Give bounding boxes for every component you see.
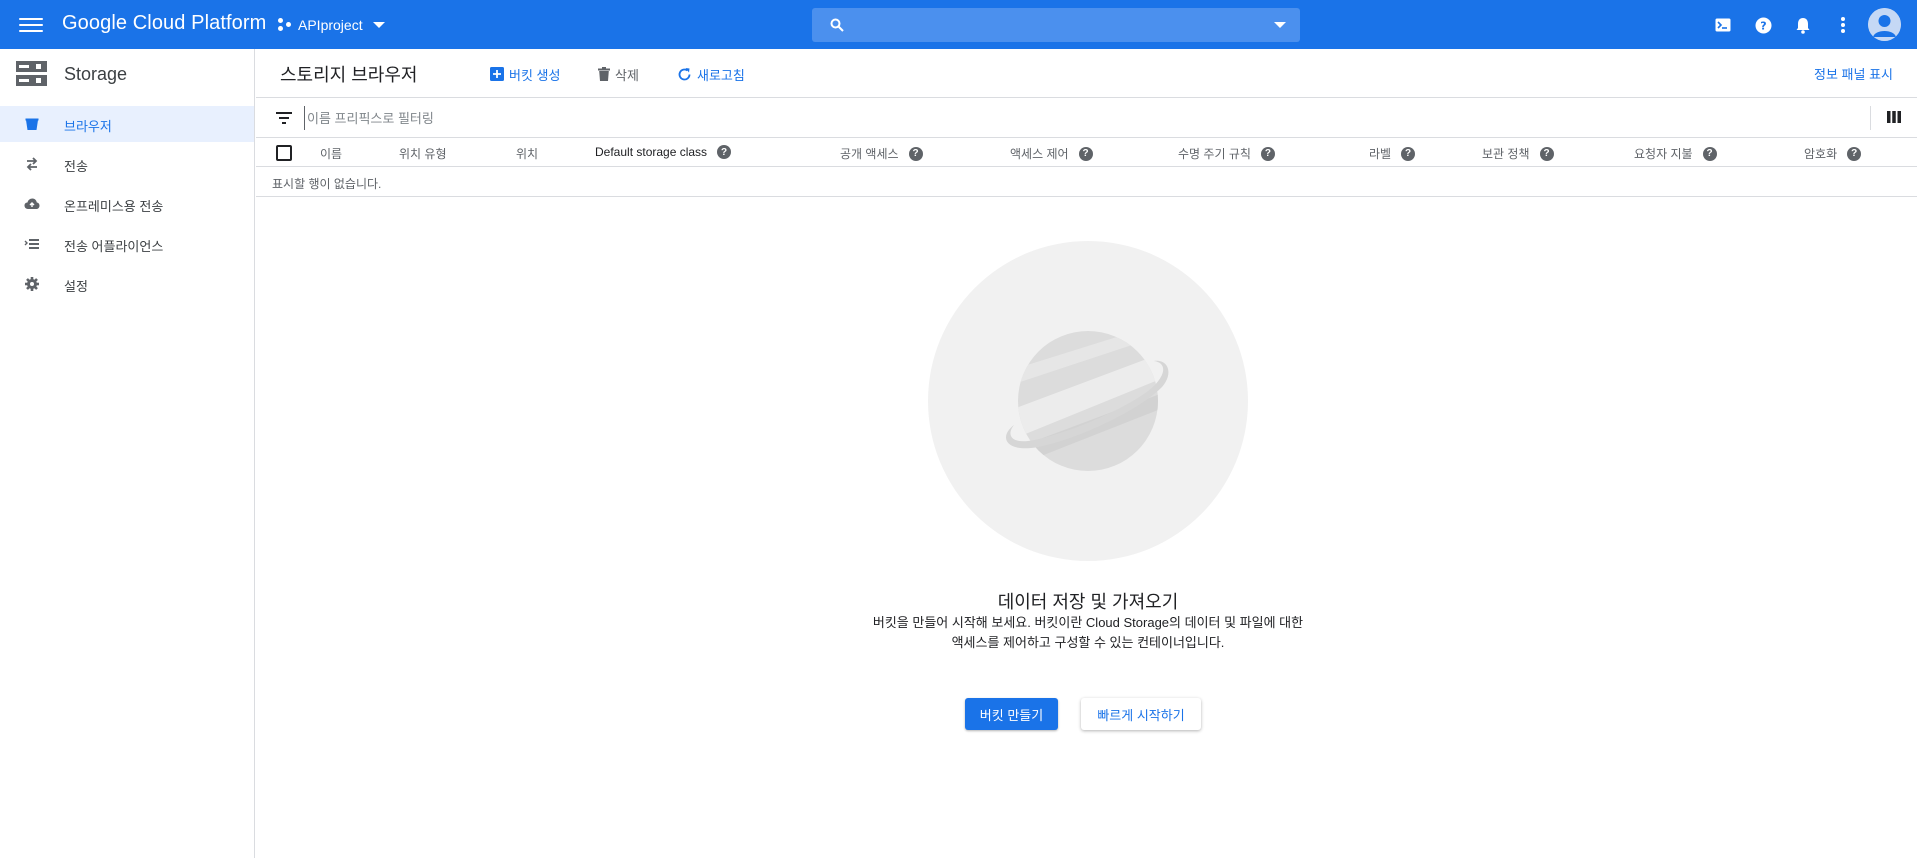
sidebar-title: Storage xyxy=(64,64,128,84)
column-label: 액세스 제어 xyxy=(1010,147,1069,161)
delete-label: 삭제 xyxy=(615,67,639,83)
refresh-button[interactable]: 새로고침 xyxy=(677,64,745,84)
hamburger-menu-icon[interactable] xyxy=(19,14,43,34)
help-icon[interactable]: ? xyxy=(1401,146,1416,161)
sidebar-item-transfer-appliance[interactable]: 전송 어플라이언스 xyxy=(0,226,254,262)
brand-title[interactable]: Google Cloud Platform xyxy=(62,12,266,35)
project-selector[interactable]: APIproject xyxy=(278,14,385,36)
column-label: 요청자 지불 xyxy=(1634,147,1693,161)
sidebar-item-label: 온프레미스용 전송 xyxy=(64,199,164,214)
help-icon[interactable]: ? xyxy=(1078,146,1093,161)
swap-arrows-icon xyxy=(26,157,38,171)
column-header-encryption[interactable]: 암호화? xyxy=(1804,145,1862,162)
project-name: APIproject xyxy=(298,17,363,33)
filter-bar xyxy=(256,98,1917,138)
column-label: 이름 xyxy=(320,147,343,161)
column-label: 수명 주기 규칙 xyxy=(1178,147,1251,161)
create-bucket-label: 버킷 생성 xyxy=(509,67,561,83)
column-header-requester-pays[interactable]: 요청자 지불? xyxy=(1634,145,1717,162)
sidebar-item-label: 브라우저 xyxy=(64,119,112,134)
refresh-label: 새로고침 xyxy=(697,67,745,83)
help-icon[interactable]: ? xyxy=(1539,146,1554,161)
column-header-labels[interactable]: 라벨? xyxy=(1369,145,1416,162)
search-icon xyxy=(830,18,844,32)
empty-state-description: 버킷을 만들어 시작해 보세요. 버킷이란 Cloud Storage의 데이터… xyxy=(850,613,1326,653)
table-header: 이름 위치 유형 위치 Default storage class? 공개 액세… xyxy=(256,138,1917,167)
empty-state-illustration xyxy=(928,241,1248,561)
cloud-upload-icon xyxy=(24,198,40,209)
table-empty-row: 표시할 행이 없습니다. xyxy=(256,168,1917,197)
help-icon[interactable]: ? xyxy=(1751,13,1775,37)
more-vert-icon[interactable] xyxy=(1831,13,1855,37)
help-icon[interactable]: ? xyxy=(1702,146,1717,161)
sidebar: Storage 브라우저 전송 온프레미스용 전송 전송 어플라이언스 설정 xyxy=(0,49,255,858)
help-icon[interactable]: ? xyxy=(908,146,923,161)
trash-icon xyxy=(598,67,610,81)
filter-input[interactable] xyxy=(304,106,1504,130)
sidebar-item-label: 설정 xyxy=(64,279,88,294)
create-bucket-button[interactable]: 버킷 생성 xyxy=(490,64,560,84)
page-title: 스토리지 브라우저 xyxy=(280,65,418,85)
sidebar-item-label: 전송 xyxy=(64,159,88,174)
empty-state-desc-line: 액세스를 제어하고 구성할 수 있는 컨테이너입니다. xyxy=(951,635,1225,650)
column-header-default-storage-class[interactable]: Default storage class? xyxy=(595,145,732,159)
svg-text:?: ? xyxy=(1760,19,1766,32)
column-header-location-type[interactable]: 위치 유형 xyxy=(399,145,447,162)
help-icon[interactable]: ? xyxy=(1847,146,1862,161)
column-header-public-access[interactable]: 공개 액세스? xyxy=(840,145,923,162)
project-dots-icon xyxy=(278,18,292,32)
column-label: 위치 유형 xyxy=(399,147,447,161)
column-header-retention-policy[interactable]: 보관 정책? xyxy=(1482,145,1554,162)
storage-logo-icon xyxy=(16,61,47,86)
help-icon[interactable]: ? xyxy=(717,145,732,159)
column-header-name[interactable]: 이름 xyxy=(320,145,342,162)
help-icon[interactable]: ? xyxy=(1260,146,1275,161)
sidebar-item-transfer[interactable]: 전송 xyxy=(0,146,254,182)
empty-table-message: 표시할 행이 없습니다. xyxy=(272,177,382,191)
sidebar-item-label: 전송 어플라이언스 xyxy=(64,239,164,254)
column-label: 위치 xyxy=(516,147,539,161)
bucket-icon xyxy=(25,118,39,130)
add-box-icon xyxy=(490,67,504,81)
divider xyxy=(1870,106,1871,130)
account-avatar-icon[interactable] xyxy=(1868,8,1901,41)
column-label: 보관 정책 xyxy=(1482,147,1530,161)
planet-icon xyxy=(1006,331,1169,471)
filter-icon[interactable] xyxy=(276,112,292,124)
action-bar: 스토리지 브라우저 버킷 생성 삭제 새로고침 xyxy=(256,49,1917,98)
search-dropdown-icon[interactable] xyxy=(1274,22,1286,28)
delete-button[interactable]: 삭제 xyxy=(598,64,639,84)
select-all-checkbox[interactable] xyxy=(276,145,292,161)
column-label: 라벨 xyxy=(1369,147,1392,161)
refresh-icon xyxy=(677,67,692,82)
column-display-icon[interactable] xyxy=(1887,110,1901,124)
search-bar[interactable] xyxy=(812,8,1300,42)
column-label: Default storage class xyxy=(595,145,708,159)
bell-icon[interactable] xyxy=(1791,13,1815,37)
chevron-down-icon xyxy=(372,22,385,28)
empty-state-desc-line: 버킷을 만들어 시작해 보세요. 버킷이란 Cloud Storage의 데이터… xyxy=(872,615,1304,630)
quickstart-button[interactable]: 빠르게 시작하기 xyxy=(1081,698,1201,730)
column-header-lifecycle-rules[interactable]: 수명 주기 규칙? xyxy=(1178,145,1275,162)
column-header-location[interactable]: 위치 xyxy=(516,145,538,162)
list-icon xyxy=(24,239,39,249)
top-app-bar: Google Cloud Platform APIproject ? xyxy=(0,0,1917,49)
column-label: 공개 액세스 xyxy=(840,147,899,161)
column-label: 암호화 xyxy=(1804,147,1838,161)
sidebar-item-onprem-transfer[interactable]: 온프레미스용 전송 xyxy=(0,186,254,222)
show-info-panel-link[interactable]: 정보 패널 표시 xyxy=(1814,64,1893,83)
sidebar-header: Storage xyxy=(0,49,255,99)
create-bucket-cta-button[interactable]: 버킷 만들기 xyxy=(965,698,1058,730)
cloud-shell-icon[interactable] xyxy=(1711,13,1735,37)
empty-state-title: 데이터 저장 및 가져오기 xyxy=(997,592,1179,612)
sidebar-item-settings[interactable]: 설정 xyxy=(0,266,254,302)
column-header-access-control[interactable]: 액세스 제어? xyxy=(1010,145,1093,162)
sidebar-item-browser[interactable]: 브라우저 xyxy=(0,106,254,142)
gear-icon xyxy=(25,277,39,291)
